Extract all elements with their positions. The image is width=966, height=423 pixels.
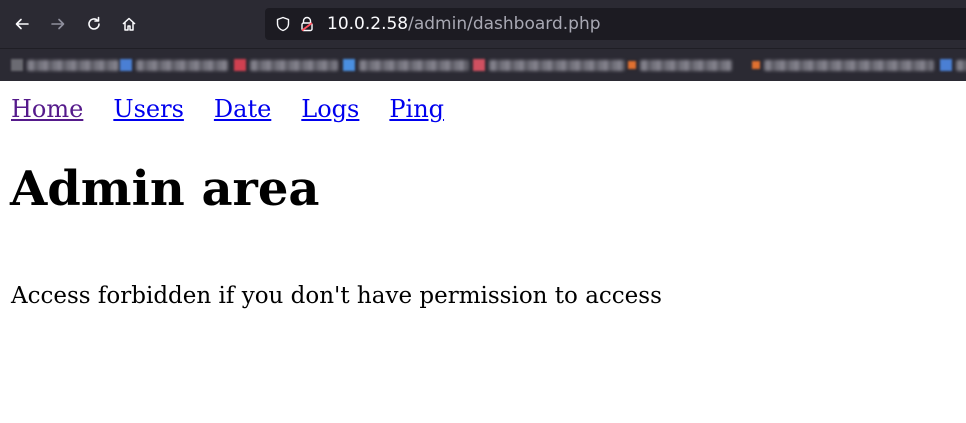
url-host: 10.0.2.58 bbox=[327, 14, 409, 34]
forward-arrow-icon[interactable] bbox=[47, 13, 69, 35]
bookmark-item[interactable] bbox=[473, 57, 625, 73]
bookmark-favicon-icon bbox=[752, 61, 760, 69]
bookmark-item[interactable] bbox=[120, 57, 228, 73]
browser-toolbar: 10.0.2.58/admin/dashboard.php bbox=[0, 0, 966, 48]
bookmark-favicon-icon bbox=[120, 59, 132, 71]
page-content: Home Users Date Logs Ping Admin area Access … bbox=[0, 81, 966, 423]
bookmark-item[interactable] bbox=[628, 57, 732, 73]
bookmark-favicon-icon bbox=[940, 59, 952, 71]
url-text[interactable]: 10.0.2.58/admin/dashboard.php bbox=[327, 14, 601, 34]
home-icon[interactable] bbox=[118, 13, 140, 35]
nav-link-home[interactable]: Home bbox=[11, 95, 83, 123]
shield-icon[interactable] bbox=[275, 16, 291, 32]
bookmark-item[interactable] bbox=[11, 57, 119, 73]
bookmark-item[interactable] bbox=[940, 57, 966, 73]
main-nav: Home Users Date Logs Ping bbox=[11, 93, 444, 125]
url-path: /admin/dashboard.php bbox=[408, 14, 601, 34]
bookmark-favicon-icon bbox=[473, 59, 485, 71]
back-arrow-icon[interactable] bbox=[11, 13, 33, 35]
reload-icon[interactable] bbox=[83, 13, 105, 35]
bookmark-item[interactable] bbox=[343, 57, 469, 73]
page-title: Admin area bbox=[10, 161, 320, 217]
bookmark-favicon-icon bbox=[234, 59, 246, 71]
bookmark-favicon-icon bbox=[343, 59, 355, 71]
url-bar[interactable]: 10.0.2.58/admin/dashboard.php bbox=[265, 8, 966, 40]
browser-chrome: 10.0.2.58/admin/dashboard.php bbox=[0, 0, 966, 81]
lock-warning-icon[interactable] bbox=[299, 16, 315, 32]
nav-link-ping[interactable]: Ping bbox=[389, 95, 444, 123]
bookmark-item[interactable] bbox=[234, 57, 338, 73]
bookmark-favicon-icon bbox=[628, 61, 636, 69]
nav-link-logs[interactable]: Logs bbox=[301, 95, 359, 123]
access-message: Access forbidden if you don't have permi… bbox=[11, 283, 662, 309]
bookmarks-toolbar bbox=[0, 48, 966, 81]
nav-link-date[interactable]: Date bbox=[214, 95, 271, 123]
nav-link-users[interactable]: Users bbox=[113, 95, 184, 123]
bookmark-favicon-icon bbox=[11, 59, 23, 71]
bookmark-item[interactable] bbox=[752, 57, 934, 73]
